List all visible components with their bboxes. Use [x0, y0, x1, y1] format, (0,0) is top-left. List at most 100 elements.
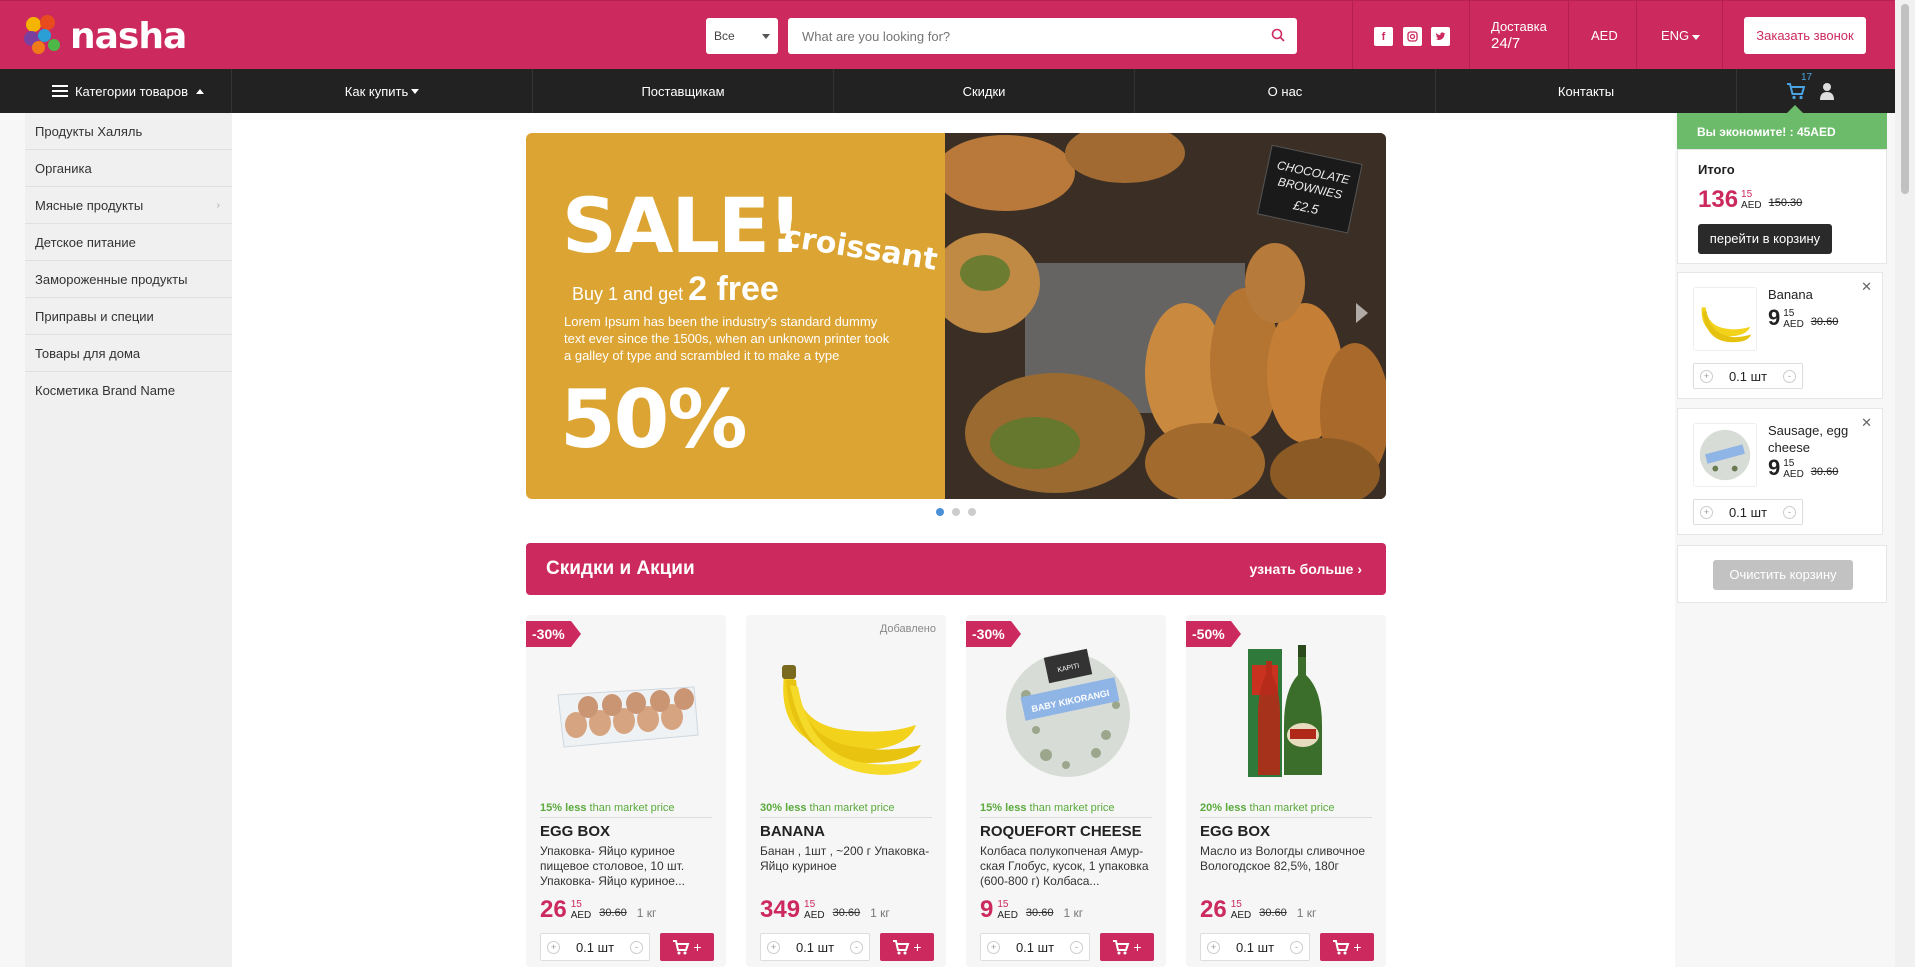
category-sidebar: Продукты Халяль Органика Мясные продукты… [25, 113, 232, 967]
product-price: 9 15 AED 30.60 1 кг [980, 896, 1083, 924]
cart-icon [1333, 940, 1350, 955]
close-icon[interactable]: ✕ [1861, 415, 1872, 431]
product-name[interactable]: BANANA [760, 823, 825, 840]
sidebar-item-halal[interactable]: Продукты Халяль [25, 113, 232, 150]
quantity-value: 0.1 шт [1728, 504, 1768, 520]
scrollbar-thumb[interactable] [1901, 4, 1909, 194]
add-to-cart-button[interactable]: + [880, 933, 934, 961]
egg-box-image [557, 686, 699, 748]
logo-text: nasha [70, 15, 187, 57]
go-to-cart-button[interactable]: перейти в корзину [1698, 224, 1832, 254]
plus-icon[interactable]: + [987, 940, 1000, 954]
product-name[interactable]: ROQUEFORT CHEESE [980, 823, 1142, 840]
plus-icon: + [913, 939, 922, 955]
close-icon[interactable]: ✕ [1861, 279, 1872, 295]
currency-selector[interactable]: AED [1591, 28, 1618, 43]
quantity-value: 0.1 шт [575, 939, 615, 955]
product-price: 349 15 AED 30.60 1 кг [760, 896, 890, 924]
price-currency: AED [570, 910, 592, 921]
banana-image [782, 665, 922, 775]
scrollbar[interactable] [1895, 0, 1915, 967]
product-card[interactable]: -30% 15% less than market price EGG BOX … [526, 615, 726, 967]
top-header: nasha Все f Доставка 24/7 AED ENG Заказа… [0, 0, 1895, 70]
add-to-cart-button[interactable]: + [1320, 933, 1374, 961]
price-unit: 1 кг [870, 906, 890, 920]
sidebar-item-cosmetics[interactable]: Косметика Brand Name [25, 372, 232, 409]
search-input[interactable] [788, 18, 1228, 54]
minus-icon[interactable]: - [629, 940, 643, 954]
instagram-icon[interactable] [1403, 27, 1422, 46]
product-card[interactable]: Добавлено 30% less than market price BAN… [746, 615, 946, 967]
nav-suppliers[interactable]: Поставщикам [533, 69, 834, 113]
plus-icon[interactable]: + [547, 940, 560, 954]
sidebar-item-organic[interactable]: Органика [25, 150, 232, 187]
nav-contacts[interactable]: Контакты [1436, 69, 1737, 113]
caret-down-icon [1692, 35, 1701, 40]
search-box [788, 18, 1297, 54]
caret-down-icon [762, 34, 770, 39]
price-unit: 1 кг [1296, 906, 1317, 920]
caret-down-icon [411, 88, 420, 94]
product-description: Колбаса полукопченая Амур-ская Глобус, к… [980, 844, 1149, 888]
cart-icon[interactable] [1786, 81, 1806, 101]
nav-how-to-buy[interactable]: Как купить [232, 69, 533, 113]
price-main: 26 [1200, 896, 1227, 923]
plus-icon[interactable]: + [1700, 369, 1713, 383]
slider-next-arrow[interactable] [1356, 303, 1368, 323]
category-select[interactable]: Все [706, 18, 778, 54]
slider-dot-active[interactable] [936, 508, 944, 516]
slider-dot[interactable] [968, 508, 976, 516]
price-old: 30.60 [1025, 907, 1054, 919]
search-icon[interactable] [1271, 28, 1285, 42]
logo[interactable]: nasha [24, 15, 187, 57]
savings-banner: Вы экономите! : 45AED [1677, 105, 1887, 149]
sidebar-item-household[interactable]: Товары для дома [25, 335, 232, 372]
plus-icon[interactable]: + [1700, 505, 1713, 519]
language-selector[interactable]: ENG [1661, 28, 1701, 43]
nav-categories[interactable]: Категории товаров [25, 69, 232, 113]
sidebar-item-spices[interactable]: Приправы и специи [25, 298, 232, 335]
request-call-button[interactable]: Заказать звонок [1744, 17, 1866, 54]
minus-icon[interactable]: - [1069, 940, 1083, 954]
minus-icon[interactable]: - [849, 940, 863, 954]
nav-categories-label: Категории товаров [74, 83, 188, 99]
slider-dot[interactable] [952, 508, 960, 516]
facebook-icon[interactable]: f [1374, 27, 1393, 46]
price-old: 30.60 [832, 907, 861, 919]
plus-icon[interactable]: + [1207, 940, 1220, 954]
banner-buy-text: Buy 1 and get [572, 284, 684, 304]
nav-discounts[interactable]: Скидки [834, 69, 1135, 113]
product-card[interactable]: -50% 20% less than market price EGG BOX … [1186, 615, 1386, 967]
cart-icon [893, 940, 910, 955]
add-to-cart-button[interactable]: + [1100, 933, 1154, 961]
minus-icon[interactable]: - [1782, 505, 1796, 519]
hero-banner[interactable]: SALE! croissant Buy 1 and get 2 free Lor… [526, 133, 1386, 499]
product-name[interactable]: EGG BOX [540, 823, 610, 840]
sidebar-item-frozen[interactable]: Замороженные продукты [25, 261, 232, 298]
market-comparison: 20% less than market price [1200, 802, 1372, 818]
price-cents: 15 [1230, 899, 1242, 910]
learn-more-link[interactable]: узнать больше › [1249, 561, 1362, 577]
price-old: 30.60 [1810, 316, 1839, 328]
clear-cart-button[interactable]: Очистить корзину [1713, 560, 1853, 590]
divider [1568, 1, 1569, 70]
price-main: 9 [1768, 455, 1781, 480]
nav-about[interactable]: О нас [1135, 69, 1436, 113]
sidebar-item-baby-food[interactable]: Детское питание [25, 224, 232, 261]
add-to-cart-button[interactable]: + [660, 933, 714, 961]
user-icon[interactable] [1820, 82, 1834, 100]
quantity-stepper: + 0.1 шт - [1693, 499, 1803, 525]
price-main: 26 [540, 896, 567, 923]
slider-dots [936, 508, 976, 516]
product-name[interactable]: EGG BOX [1200, 823, 1270, 840]
product-card[interactable]: -30% BABY KIKORANGI KAPITI 15% less than… [966, 615, 1166, 967]
sidebar-item-meat[interactable]: Мясные продукты › [25, 187, 232, 224]
minus-icon[interactable]: - [1289, 940, 1303, 954]
less-percent: 15% less [980, 802, 1027, 814]
banner-free-text: 2 free [688, 270, 779, 308]
plus-icon[interactable]: + [767, 940, 780, 954]
price-old: 30.60 [1810, 466, 1839, 478]
twitter-icon[interactable] [1431, 27, 1450, 46]
minus-icon[interactable]: - [1782, 369, 1796, 383]
pastries-image: CHOCOLATE BROWNIES £2.5 [945, 133, 1386, 499]
